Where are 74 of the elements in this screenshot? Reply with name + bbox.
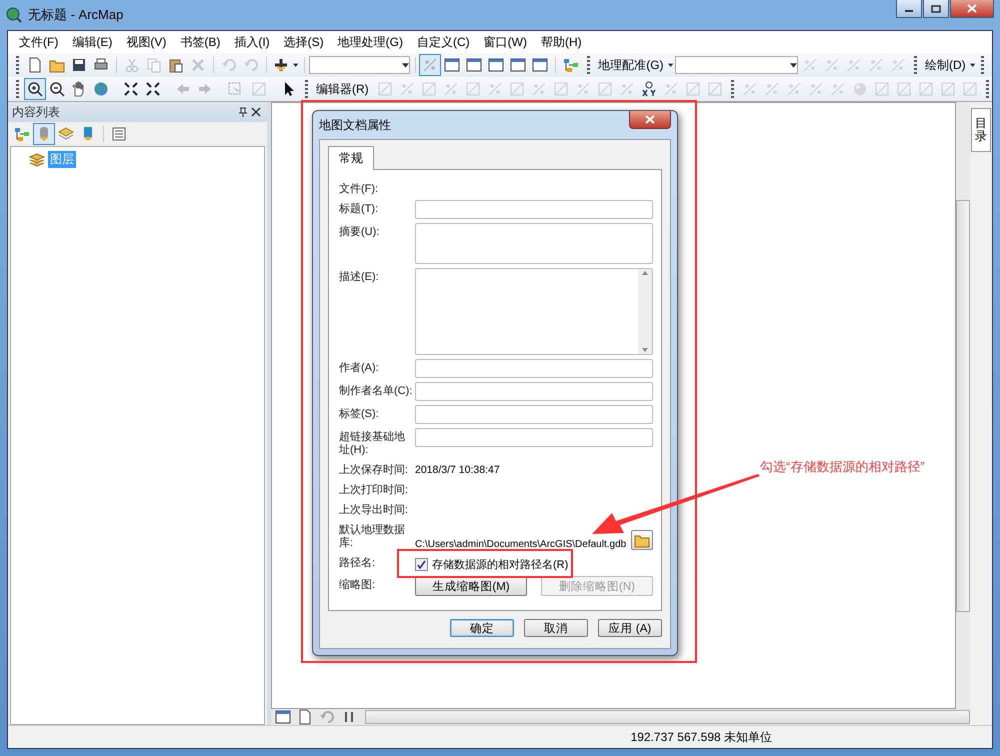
field-label: 默认地理数据库: <box>339 523 406 550</box>
toolbar-grip[interactable] <box>16 56 19 74</box>
scroll-up-icon[interactable] <box>641 269 649 277</box>
field-label: 制作者名单(C): <box>339 384 414 398</box>
saved-time: 2018/3/7 10:38:47 <box>415 463 501 477</box>
field-label: 作者(A): <box>339 361 380 375</box>
maximize-button[interactable] <box>923 0 949 18</box>
toolbar-grip[interactable] <box>914 56 917 74</box>
field-label: 上次打印时间: <box>339 483 410 497</box>
georeferencing-menu[interactable]: 地理配准(G) <box>596 56 666 74</box>
text-field[interactable] <box>415 405 653 424</box>
field-label: 文件(F): <box>339 182 380 196</box>
menu-item[interactable]: 自定义(C) <box>410 34 477 50</box>
close-icon[interactable] <box>249 106 263 118</box>
menu-item[interactable]: 书签(B) <box>173 34 228 50</box>
check-icon <box>417 560 426 569</box>
pin-icon[interactable] <box>237 106 249 118</box>
maximize-icon <box>931 4 941 12</box>
scrollbar-thumb[interactable] <box>956 200 970 612</box>
annotation-text: 勾选“存储数据源的相对路径” <box>760 458 925 476</box>
field-label: 上次导出时间: <box>339 503 410 517</box>
panel-title: 内容列表 <box>12 104 61 120</box>
zoom-in-icon[interactable] <box>25 79 45 99</box>
close-button[interactable] <box>629 111 671 129</box>
text-field[interactable] <box>415 268 653 355</box>
text-field[interactable] <box>415 200 653 219</box>
toolbar-grip[interactable] <box>16 80 19 98</box>
tab[interactable]: 常规 <box>328 146 374 170</box>
toolbar-grip[interactable] <box>730 80 734 98</box>
text-field[interactable] <box>415 359 653 378</box>
close-icon <box>645 115 655 124</box>
relative-path-checkbox[interactable]: 存储数据源的相对路径名(R) <box>415 554 653 572</box>
field-label: 描述(E): <box>339 270 380 284</box>
scroll-down-icon[interactable] <box>641 346 649 354</box>
toolbar-grip[interactable] <box>305 80 308 98</box>
text-field[interactable] <box>415 223 653 264</box>
menu-item[interactable]: 插入(I) <box>227 34 277 50</box>
thumbnail-button[interactable]: 生成缩略图(M) <box>415 576 527 596</box>
dialog-button[interactable]: 取消 <box>524 619 588 637</box>
field-label: 上次保存时间: <box>339 463 410 477</box>
browse-folder-button[interactable] <box>631 530 653 550</box>
coordinates: 192.737 567.598 未知单位 <box>630 728 772 746</box>
menu-item[interactable]: 帮助(H) <box>534 34 589 50</box>
field-label: 标题(T): <box>339 202 380 216</box>
close-icon <box>967 4 977 13</box>
toolbar-grip[interactable] <box>986 80 989 98</box>
field-label: 路径名: <box>339 556 376 570</box>
scrollbar-thumb[interactable] <box>365 710 970 724</box>
window-title: 无标题 - ArcMap <box>28 6 124 24</box>
field-label: 摘要(U): <box>339 224 380 239</box>
app-globe-icon <box>6 7 22 23</box>
close-button[interactable] <box>950 0 994 18</box>
text-field[interactable] <box>415 382 653 401</box>
menu-item[interactable]: 选择(S) <box>276 34 331 50</box>
minimize-button[interactable] <box>896 0 922 18</box>
field-label: 超链接基础地址(H): <box>339 430 406 457</box>
text-field[interactable] <box>415 428 653 447</box>
toolbar-grip[interactable] <box>980 56 984 74</box>
dialog-button[interactable]: 确定 <box>450 619 514 637</box>
dialog-button[interactable]: 应用 (A) <box>598 619 662 637</box>
editor-menu[interactable]: 编辑器(R) <box>314 80 371 98</box>
menu-item[interactable]: 文件(F) <box>12 34 66 50</box>
field-label: 缩略图: <box>339 578 376 592</box>
menu-item[interactable]: 编辑(E) <box>65 34 120 50</box>
geodatabase-path: C:\Users\admin\Documents\ArcGIS\Default.gdb <box>415 538 626 550</box>
menu-item[interactable]: 地理处理(G) <box>330 34 410 50</box>
layers-icon <box>29 152 45 166</box>
dialog-title: 地图文档属性 <box>319 116 392 134</box>
drawing-menu[interactable]: 绘制(D) <box>922 56 968 74</box>
menu-item[interactable]: 视图(V) <box>119 34 174 50</box>
toolbar-grip[interactable] <box>587 56 590 74</box>
field-label: 标签(S): <box>339 407 380 421</box>
catalog-tab[interactable]: 目录 <box>971 108 991 152</box>
menu-item[interactable]: 窗口(W) <box>476 34 534 50</box>
